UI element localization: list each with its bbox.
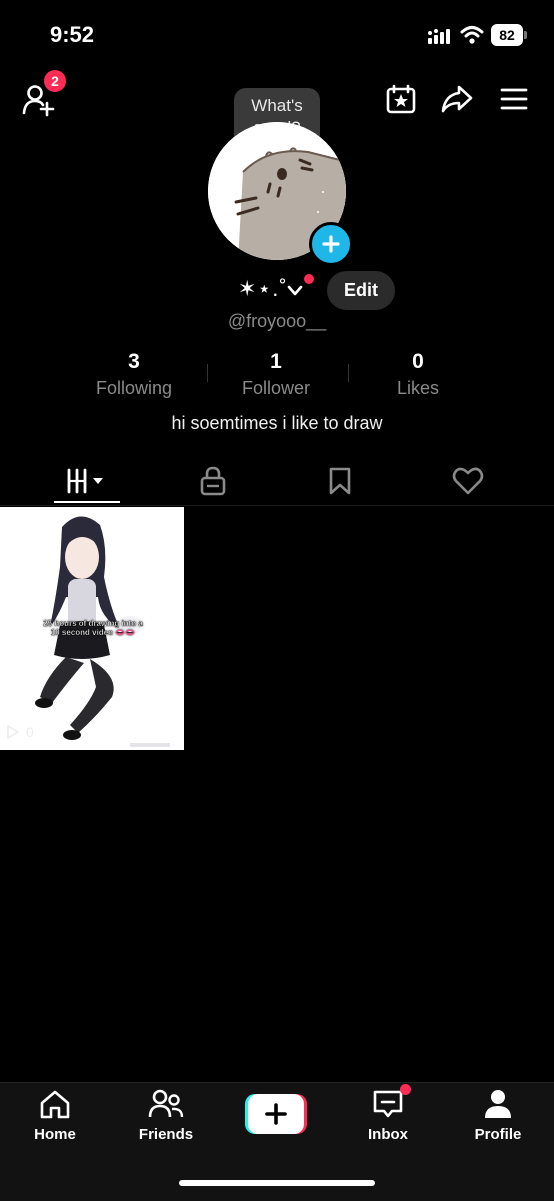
nav-inbox[interactable]: Inbox [338,1088,438,1143]
notification-dot [304,274,314,284]
nav-profile-label: Profile [474,1126,522,1143]
video-view-count: 0 [26,724,34,740]
active-tab-indicator [54,501,120,503]
nav-inbox-label: Inbox [368,1126,408,1143]
tab-private[interactable] [180,458,246,504]
hamburger-menu-icon [500,88,528,110]
plus-icon [322,235,340,253]
tab-favorites[interactable] [307,458,373,504]
home-icon [40,1090,70,1119]
likes-label: Likes [396,378,440,398]
follower-count: 1 [270,350,282,373]
nav-profile[interactable]: Profile [448,1088,548,1143]
share-icon [441,85,473,113]
status-time: 9:52 [50,22,95,47]
cellular-signal-icon [428,29,450,44]
following-label: Following [95,378,173,398]
following-count: 3 [128,350,140,373]
profile-icon [485,1090,511,1118]
calendar-star-icon [386,84,416,114]
inbox-icon [373,1090,403,1118]
chevron-down-icon[interactable] [286,284,304,298]
following-stat[interactable]: 3 Following [64,350,204,399]
play-icon [7,725,19,739]
battery-indicator: 82 [491,24,523,46]
edit-profile-button[interactable]: Edit [327,271,395,310]
friends-icon [148,1089,184,1118]
inbox-notification-dot [400,1084,411,1095]
lock-icon [200,466,226,496]
display-name: ✶⋆.˚ [238,276,288,301]
share-button[interactable] [437,80,477,118]
story-prompt-line1: What's [251,96,303,115]
add-story-button[interactable] [309,222,353,266]
nav-friends[interactable]: Friends [116,1088,216,1143]
video-caption: 25 hours of drawing into a 10 second vid… [43,619,143,637]
follower-label: Follower [241,378,311,398]
likes-stat[interactable]: 0 Likes [348,350,488,399]
friend-requests-badge: 2 [44,70,66,92]
bookmark-icon [329,467,351,495]
videos-grid-icon [67,468,103,494]
video-views: 0 [6,724,34,740]
nav-friends-label: Friends [138,1126,194,1143]
likes-count: 0 [412,350,424,373]
battery-tip [524,31,527,39]
menu-button[interactable] [496,80,532,118]
nav-home[interactable]: Home [5,1088,105,1143]
home-indicator [179,1180,375,1186]
bio: hi soemtimes i like to draw [171,413,383,433]
heart-icon [452,467,484,495]
wifi-icon [460,26,484,44]
create-plus-icon [245,1094,307,1134]
create-button[interactable] [245,1094,307,1134]
tab-videos[interactable] [54,458,120,504]
tab-liked[interactable] [435,458,501,504]
tabs-divider [0,505,554,506]
follower-stat[interactable]: 1 Follower [206,350,346,399]
nav-home-label: Home [34,1126,76,1143]
calendar-button[interactable] [382,80,420,118]
username: @froyooo__ [227,311,327,331]
